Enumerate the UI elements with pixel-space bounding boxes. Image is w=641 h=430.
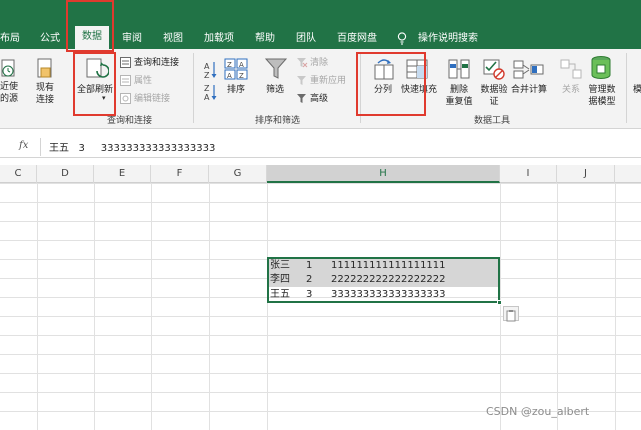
what-if-analysis-button[interactable]: 模 (633, 84, 641, 96)
reapply-button[interactable]: 重新应用 (310, 75, 346, 87)
svg-text:A: A (227, 72, 232, 80)
tab-view[interactable]: 视图 (163, 29, 183, 49)
sort-button[interactable]: 排序 (227, 84, 245, 96)
consolidate-icon (513, 60, 544, 79)
group-label-data-tools: 数据工具 (474, 116, 511, 126)
data-validation-label-2: 证 (489, 97, 499, 107)
recent-sources-label-1: 近使 (0, 82, 19, 92)
tell-me-search[interactable]: 操作说明搜索 (418, 29, 478, 49)
data-validation-label-1: 数据验 (480, 85, 508, 95)
existing-connections-icon (37, 58, 52, 78)
column-header-f[interactable]: F (151, 165, 209, 183)
gridline (37, 183, 38, 430)
recent-sources-button[interactable]: 近使 的源 (0, 81, 18, 105)
svg-text:Z: Z (204, 71, 210, 80)
svg-text:A: A (239, 61, 244, 69)
advanced-filter-icon (297, 94, 306, 103)
edit-links-button[interactable]: 编辑链接 (134, 93, 170, 105)
formula-input[interactable]: 王五 3 333333333333333333 (49, 139, 215, 154)
tab-layout[interactable]: 布局 (0, 29, 20, 49)
quick-analysis-button[interactable] (503, 306, 519, 322)
sort-dialog-icon: Z A A Z (224, 58, 248, 80)
watermark: CSDN @zou_albert (486, 405, 590, 418)
existing-connections-label-2: 连接 (35, 95, 54, 105)
lightbulb-icon (397, 32, 407, 45)
data-model-icon (591, 56, 611, 79)
tab-addins[interactable]: 加载项 (204, 29, 234, 49)
column-header-h[interactable]: H (267, 165, 500, 183)
gridline (151, 183, 152, 430)
svg-text:A: A (204, 62, 210, 71)
tab-team[interactable]: 团队 (296, 29, 316, 49)
clear-filter-icon (297, 58, 308, 68)
column-header-g[interactable]: G (209, 165, 267, 183)
existing-connections-button[interactable]: 现有 连接 (32, 82, 58, 106)
recent-sources-label-2: 的源 (0, 94, 19, 104)
data-validation-button[interactable]: 数据验 证 (478, 84, 510, 108)
column-header-i[interactable]: I (500, 165, 557, 183)
formula-bar-divider (40, 138, 41, 156)
remove-duplicates-label-2: 重复值 (445, 97, 473, 107)
clipboard-icon (506, 310, 516, 322)
column-header-c[interactable]: C (0, 165, 37, 183)
svg-text:A: A (204, 93, 210, 102)
reapply-icon (297, 76, 306, 85)
worksheet-grid[interactable] (0, 183, 641, 430)
svg-text:Z: Z (204, 84, 210, 93)
svg-text:Z: Z (227, 61, 232, 69)
gridline (209, 183, 210, 430)
queries-connections-button[interactable]: 查询和连接 (134, 57, 179, 69)
column-header-e[interactable]: E (94, 165, 151, 183)
gridline (267, 183, 268, 430)
highlight-data-tab (66, 0, 114, 52)
group-label-sort-filter: 排序和筛选 (255, 116, 301, 126)
fill-handle[interactable] (497, 300, 502, 305)
advanced-button[interactable]: 高级 (310, 93, 328, 105)
remove-duplicates-icon (448, 59, 470, 79)
consolidate-button[interactable]: 合并计算 (511, 84, 547, 96)
recent-sources-icon (1, 59, 15, 77)
queries-connections-icon (120, 57, 131, 68)
highlight-text-to-columns (356, 52, 426, 116)
tab-review[interactable]: 审阅 (122, 29, 142, 49)
column-header-d[interactable]: D (37, 165, 94, 183)
insert-function-button[interactable]: fx (19, 140, 28, 151)
properties-button[interactable]: 属性 (134, 75, 152, 87)
selection-range (267, 257, 500, 303)
data-model-label-1: 管理数 (588, 85, 616, 95)
ribbon-separator (193, 53, 194, 123)
relationships-button[interactable]: 关系 (562, 84, 580, 96)
tab-baidu-netdisk[interactable]: 百度网盘 (337, 29, 377, 49)
gridline (615, 183, 616, 430)
filter-button[interactable]: 筛选 (266, 84, 284, 96)
filter-icon (265, 58, 287, 79)
remove-duplicates-button[interactable]: 删除 重复值 (444, 84, 474, 108)
manage-data-model-button[interactable]: 管理数 据模型 (586, 84, 618, 108)
relationships-icon (560, 59, 582, 79)
svg-text:Z: Z (239, 72, 244, 80)
remove-duplicates-label-1: 删除 (449, 85, 468, 95)
data-model-label-2: 据模型 (588, 97, 616, 107)
tab-formulas[interactable]: 公式 (40, 29, 60, 49)
column-header-j[interactable]: J (557, 165, 615, 183)
clear-button[interactable]: 清除 (310, 57, 328, 69)
edit-links-icon (120, 93, 131, 104)
existing-connections-label-1: 现有 (35, 83, 54, 93)
gridline (557, 183, 558, 430)
properties-icon (120, 75, 131, 86)
gridline (500, 183, 501, 430)
gridline (94, 183, 95, 430)
sort-az-icon: A Z Z A (204, 62, 217, 102)
highlight-refresh-all (73, 52, 116, 116)
data-validation-icon (483, 59, 505, 80)
tab-help[interactable]: 帮助 (255, 29, 275, 49)
ribbon-separator (626, 53, 627, 123)
